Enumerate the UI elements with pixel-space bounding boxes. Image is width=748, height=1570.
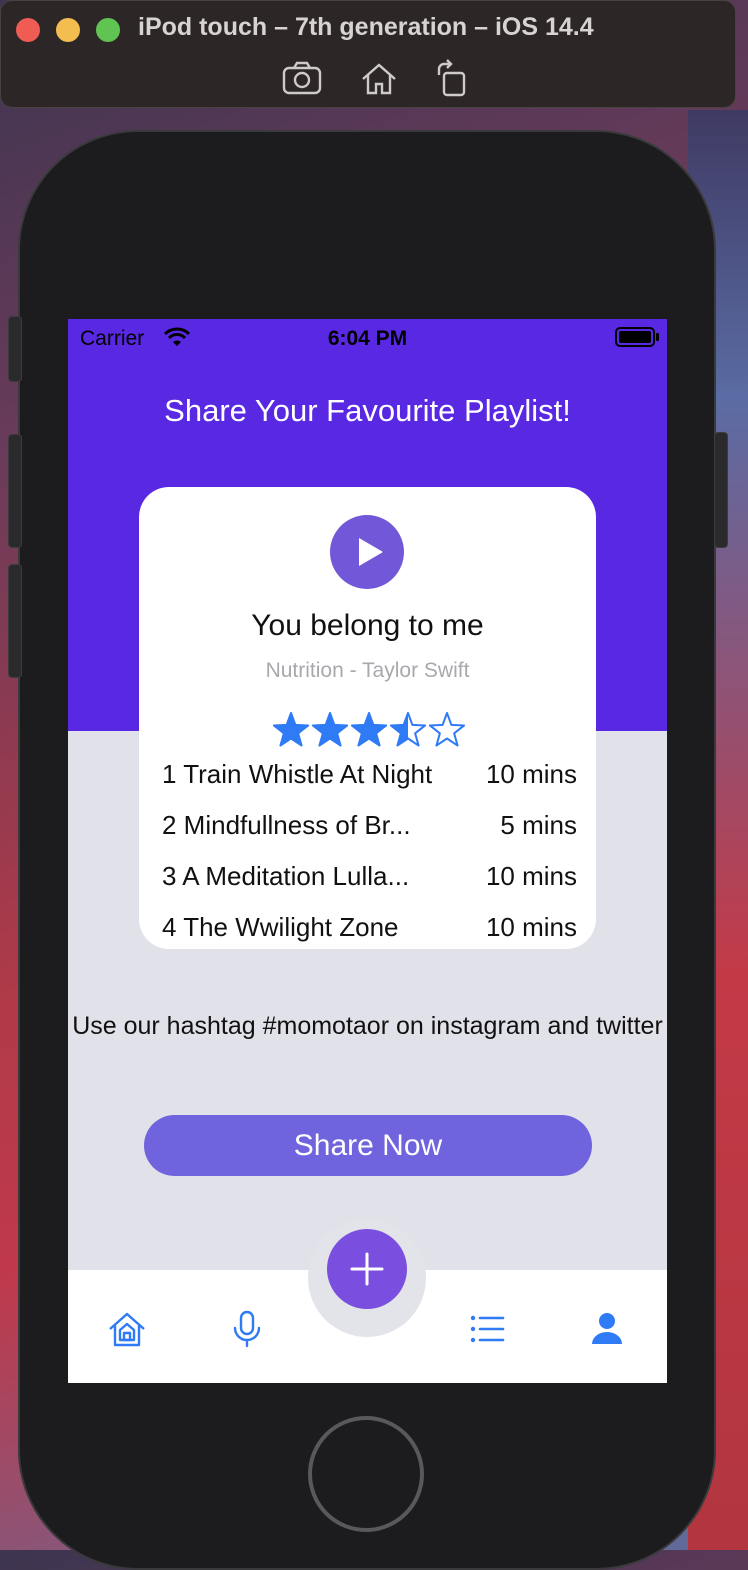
rating-stars[interactable]	[272, 711, 472, 749]
home-icon[interactable]	[357, 57, 401, 101]
track-duration: 10 mins	[485, 912, 577, 942]
minimize-window-button[interactable]	[56, 18, 80, 42]
track-name: 3 A Meditation Lulla...	[162, 861, 410, 891]
battery-icon	[615, 327, 655, 347]
track-duration: 10 mins	[485, 759, 577, 789]
track-duration: 10 mins	[485, 861, 577, 891]
add-icon	[350, 1252, 384, 1286]
volume-down-button[interactable]	[8, 564, 22, 678]
zoom-window-button[interactable]	[96, 18, 120, 42]
track-duration: 5 mins	[500, 810, 577, 840]
track-name: 1 Train Whistle At Night	[162, 759, 433, 789]
simulator-title: iPod touch – 7th generation – iOS 14.4	[138, 13, 594, 41]
track-item[interactable]: 2 Mindfullness of Br... 5 mins	[162, 806, 577, 857]
song-subtitle: Nutrition - Taylor Swift	[265, 659, 470, 682]
track-item[interactable]: 1 Train Whistle At Night 10 mins	[162, 755, 577, 806]
rotate-icon[interactable]	[431, 57, 475, 101]
star-icon[interactable]	[428, 712, 466, 747]
track-item[interactable]: 4 The Wwilight Zone 10 mins	[162, 908, 577, 949]
tab-profile-icon[interactable]	[587, 1309, 627, 1349]
status-time: 6:04 PM	[327, 327, 408, 350]
hashtag-text: Use our hashtag #momotaor on instagram a…	[72, 1012, 663, 1040]
tab-home-icon[interactable]	[107, 1309, 147, 1349]
add-button[interactable]	[327, 1229, 407, 1309]
close-window-button[interactable]	[16, 18, 40, 42]
star-fill	[351, 713, 387, 746]
play-icon[interactable]	[330, 515, 404, 589]
share-now-button[interactable]: Share Now	[144, 1115, 592, 1176]
song-title: You belong to me	[251, 609, 484, 642]
page-title: Share Your Favourite Playlist!	[164, 393, 571, 428]
track-name: 4 The Wwilight Zone	[162, 912, 399, 942]
star-fill	[273, 713, 309, 746]
screenshot-icon[interactable]	[280, 57, 324, 101]
track-item[interactable]: 3 A Meditation Lulla... 10 mins	[162, 857, 577, 908]
track-list: 1 Train Whistle At Night 10 mins 2 Mindf…	[162, 755, 577, 949]
track-name: 2 Mindfullness of Br...	[162, 810, 411, 840]
tab-mic-icon[interactable]	[227, 1309, 267, 1349]
tab-list-icon[interactable]	[467, 1309, 507, 1349]
mute-switch[interactable]	[8, 316, 22, 382]
simulator-title-bar: iPod touch – 7th generation – iOS 14.4	[0, 0, 736, 108]
battery-tip	[656, 333, 659, 341]
power-button[interactable]	[714, 432, 728, 548]
player-card: You belong to me Nutrition - Taylor Swif…	[139, 487, 596, 949]
volume-up-button[interactable]	[8, 434, 22, 548]
star-fill	[312, 713, 348, 746]
device-home-button[interactable]	[308, 1416, 424, 1532]
app-screen: Carrier 6:04 PM Share Your Favourite Pla…	[68, 319, 667, 1383]
